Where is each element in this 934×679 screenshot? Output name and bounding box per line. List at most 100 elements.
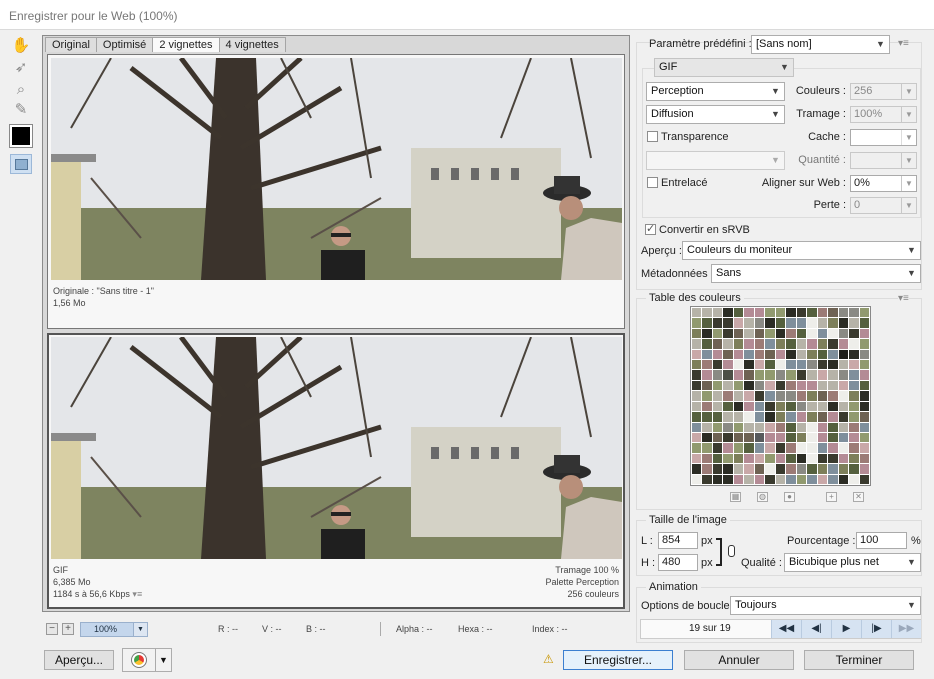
color-table-swatch[interactable] — [692, 474, 702, 484]
map-transparency-icon[interactable]: ▦ — [730, 492, 741, 502]
color-table-swatch[interactable] — [744, 464, 754, 474]
color-table-swatch[interactable] — [712, 339, 723, 349]
color-table-swatch[interactable] — [828, 432, 838, 443]
color-table-swatch[interactable] — [786, 328, 796, 339]
zoom-in-button[interactable]: + — [62, 623, 74, 635]
color-table-swatch[interactable] — [754, 464, 765, 474]
color-table-swatch[interactable] — [849, 328, 859, 339]
color-table-swatch[interactable] — [754, 474, 765, 484]
color-table-swatch[interactable] — [807, 380, 817, 391]
color-table-swatch[interactable] — [849, 464, 859, 474]
color-table-swatch[interactable] — [828, 370, 838, 380]
color-table-swatch[interactable] — [807, 318, 817, 328]
format-select[interactable]: GIF ▼ — [654, 58, 794, 77]
color-table-swatch[interactable] — [744, 422, 754, 432]
delete-color-icon[interactable]: ✕ — [853, 492, 864, 502]
new-color-icon[interactable]: + — [826, 492, 837, 502]
color-table-swatch[interactable] — [775, 318, 786, 328]
color-table-swatch[interactable] — [796, 453, 807, 464]
first-frame-icon[interactable]: ◀◀ — [771, 620, 801, 638]
color-table-swatch[interactable] — [796, 339, 807, 349]
tab-4-vignettes[interactable]: 4 vignettes — [218, 37, 286, 52]
color-table-swatch[interactable] — [838, 412, 849, 422]
color-table-swatch[interactable] — [733, 443, 744, 453]
cache-select[interactable]: ▼ — [850, 129, 917, 146]
color-table-swatch[interactable] — [775, 401, 786, 412]
save-button[interactable]: Enregistrer... — [563, 650, 673, 670]
color-table-swatch[interactable] — [754, 370, 765, 380]
color-table-swatch[interactable] — [817, 474, 828, 484]
color-table-swatch[interactable] — [692, 308, 702, 318]
color-table-swatch[interactable] — [754, 443, 765, 453]
browser-preview-button[interactable]: ▼ — [122, 648, 172, 672]
color-table-swatch[interactable] — [744, 318, 754, 328]
zoom-level-select[interactable]: 100% ▼ — [80, 622, 148, 637]
color-table-swatch[interactable] — [786, 318, 796, 328]
color-table-swatch[interactable] — [744, 308, 754, 318]
color-table-swatch[interactable] — [765, 370, 775, 380]
color-table-swatch[interactable] — [817, 412, 828, 422]
color-table-swatch[interactable] — [765, 432, 775, 443]
color-table-swatch[interactable] — [807, 349, 817, 360]
color-table-swatch[interactable] — [702, 432, 712, 443]
color-table-swatch[interactable] — [733, 360, 744, 370]
color-table-swatch[interactable] — [859, 464, 869, 474]
color-table-swatch[interactable] — [723, 349, 733, 360]
color-table-swatch[interactable] — [807, 422, 817, 432]
color-table-swatch[interactable] — [786, 464, 796, 474]
next-frame-icon[interactable]: |▶ — [861, 620, 891, 638]
color-table-swatch[interactable] — [786, 380, 796, 391]
color-table-swatch[interactable] — [754, 318, 765, 328]
color-table-swatch[interactable] — [702, 453, 712, 464]
color-table-swatch[interactable] — [712, 401, 723, 412]
color-table-swatch[interactable] — [786, 370, 796, 380]
color-table-swatch[interactable] — [692, 464, 702, 474]
color-table-swatch[interactable] — [765, 391, 775, 401]
color-table-swatch[interactable] — [775, 349, 786, 360]
color-table-swatch[interactable] — [796, 391, 807, 401]
color-table-swatch[interactable] — [807, 443, 817, 453]
color-table-swatch[interactable] — [849, 391, 859, 401]
color-table-swatch[interactable] — [859, 443, 869, 453]
color-table-swatch[interactable] — [838, 391, 849, 401]
color-table-swatch[interactable] — [733, 380, 744, 391]
color-table-swatch[interactable] — [786, 432, 796, 443]
color-table-swatch[interactable] — [702, 422, 712, 432]
color-table-swatch[interactable] — [828, 401, 838, 412]
color-table-swatch[interactable] — [859, 370, 869, 380]
color-table-swatch[interactable] — [712, 328, 723, 339]
color-table-swatch[interactable] — [817, 391, 828, 401]
color-table-swatch[interactable] — [712, 308, 723, 318]
color-table-swatch[interactable] — [838, 474, 849, 484]
color-table-swatch[interactable] — [733, 412, 744, 422]
color-table-swatch[interactable] — [702, 474, 712, 484]
preset-menu-icon[interactable]: ▾≡ — [898, 38, 909, 49]
color-table-swatch[interactable] — [723, 318, 733, 328]
download-speed-menu-icon[interactable]: ▾≡ — [132, 589, 142, 599]
color-table-swatch[interactable] — [796, 308, 807, 318]
color-table-swatch[interactable] — [723, 432, 733, 443]
color-table-swatch[interactable] — [796, 443, 807, 453]
eyedropper-tool-icon[interactable]: ✎ — [10, 98, 32, 120]
color-table-swatch[interactable] — [744, 360, 754, 370]
color-table-swatch[interactable] — [838, 328, 849, 339]
color-table-swatch[interactable] — [828, 318, 838, 328]
color-table-swatch[interactable] — [712, 422, 723, 432]
color-table-swatch[interactable] — [838, 453, 849, 464]
color-table-swatch[interactable] — [733, 349, 744, 360]
height-field[interactable]: 480 — [658, 554, 698, 571]
done-button[interactable]: Terminer — [804, 650, 914, 670]
color-table-swatch[interactable] — [796, 380, 807, 391]
slice-select-tool-icon[interactable]: ➶ — [10, 56, 32, 78]
color-table-swatch[interactable] — [796, 370, 807, 380]
color-table-swatch[interactable] — [723, 328, 733, 339]
color-table-swatch[interactable] — [712, 391, 723, 401]
color-table-swatch[interactable] — [692, 443, 702, 453]
color-table-swatch[interactable] — [849, 360, 859, 370]
color-table-swatch[interactable] — [786, 360, 796, 370]
color-table-swatch[interactable] — [765, 422, 775, 432]
color-table-swatch[interactable] — [723, 443, 733, 453]
color-table-swatch[interactable] — [754, 380, 765, 391]
color-table-swatch[interactable] — [733, 328, 744, 339]
entrelace-checkbox[interactable] — [647, 177, 658, 188]
